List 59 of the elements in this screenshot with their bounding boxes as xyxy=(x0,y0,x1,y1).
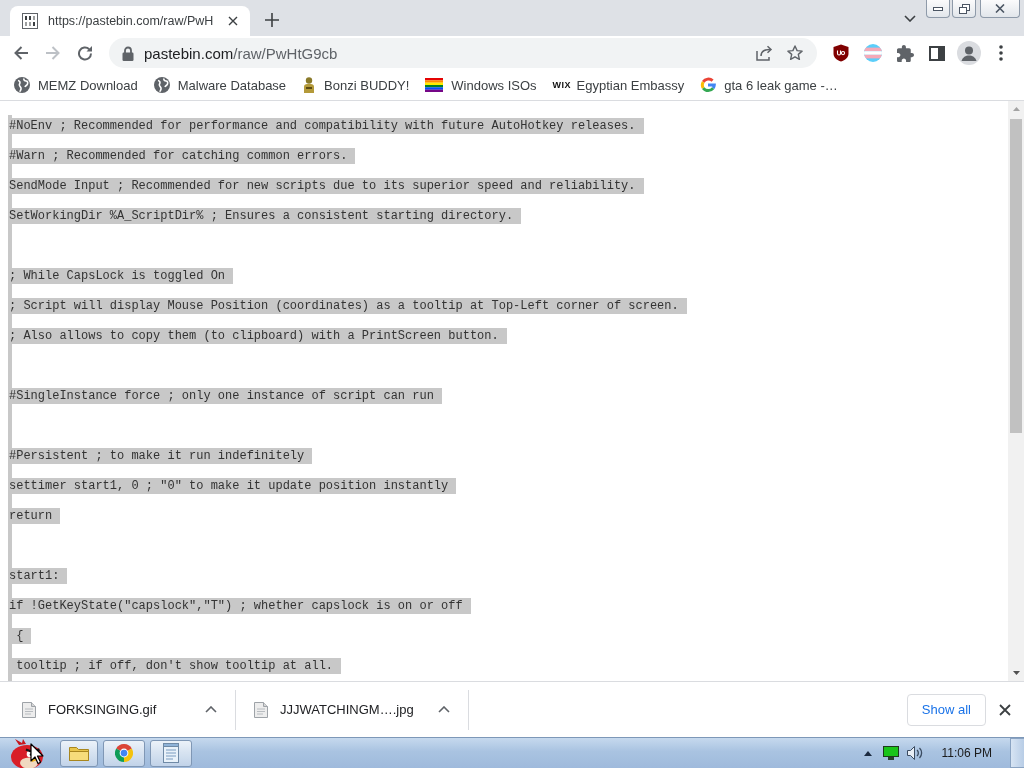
file-icon xyxy=(252,700,270,719)
show-all-button[interactable]: Show all xyxy=(906,693,986,726)
bookmark[interactable]: Bonzi BUDDY! xyxy=(296,72,416,98)
caret-up-icon xyxy=(205,706,217,713)
download-item[interactable]: FORKSINGING.gif xyxy=(0,689,236,730)
bookmark[interactable]: gta 6 leak game -… xyxy=(694,72,844,98)
multicolor-g-icon xyxy=(700,77,717,93)
file-icon xyxy=(20,700,38,719)
menu-icon xyxy=(999,45,1003,61)
scroll-up-icon xyxy=(1012,107,1020,111)
chevron-down-icon xyxy=(904,14,916,22)
reload-icon xyxy=(77,45,93,61)
monitor-icon xyxy=(882,746,899,760)
bookmark[interactable]: MEMZ Download xyxy=(8,72,144,98)
clock: 11:06 PM xyxy=(941,746,992,760)
taskbar-app-button[interactable] xyxy=(103,739,145,767)
restore-icon xyxy=(958,3,970,14)
scrollbar-thumb[interactable] xyxy=(1010,119,1022,433)
close-window-button[interactable] xyxy=(980,0,1020,18)
bookmark[interactable]: Windows ISOs xyxy=(419,72,543,98)
figure-icon xyxy=(302,77,317,93)
bookmark[interactable]: Malware Database xyxy=(147,72,293,98)
minimize-button[interactable] xyxy=(926,0,950,18)
minimize-icon xyxy=(933,6,943,11)
back-arrow-icon xyxy=(13,45,29,61)
plus-icon xyxy=(265,13,279,27)
taskbar-app-button[interactable] xyxy=(60,739,98,767)
scrollbar[interactable] xyxy=(1008,101,1024,681)
caret-up-icon xyxy=(863,750,872,756)
share-icon xyxy=(755,45,773,61)
forward-arrow-icon xyxy=(45,45,61,61)
address-bar[interactable]: pastebin.com/raw/PwHtG9cb xyxy=(109,38,817,68)
profile-button[interactable] xyxy=(955,39,983,67)
caret-up-icon xyxy=(438,706,450,713)
star-icon xyxy=(787,45,803,61)
download-item[interactable]: JJJWATCHINGM….jpg xyxy=(236,689,469,730)
shield-icon xyxy=(833,44,849,62)
speaker-icon xyxy=(906,746,924,760)
browser-icon xyxy=(115,744,133,762)
restore-button[interactable] xyxy=(952,0,976,18)
scroll-down-icon xyxy=(1012,671,1020,675)
browser-tab[interactable]: https://pastebin.com/raw/PwH xyxy=(10,6,250,36)
binary-file-icon xyxy=(22,13,38,29)
lock-icon xyxy=(122,45,134,61)
side-panel-icon xyxy=(929,45,945,61)
folder-icon xyxy=(69,745,89,761)
bookmark[interactable]: WIX Egyptian Embassy xyxy=(546,72,691,98)
taskbar-app-button[interactable] xyxy=(150,739,192,767)
avatar-icon xyxy=(957,41,981,65)
close-icon xyxy=(999,703,1011,716)
close-icon xyxy=(995,4,1005,13)
puzzle-icon xyxy=(896,44,914,62)
globe-icon xyxy=(14,77,30,93)
logo-text: WIX xyxy=(552,80,569,90)
mouse-cursor-icon xyxy=(30,743,44,764)
rainbow-flag-icon xyxy=(425,78,444,92)
notepad-icon xyxy=(163,743,179,763)
globe-icon xyxy=(153,77,170,93)
close-icon xyxy=(228,16,238,26)
